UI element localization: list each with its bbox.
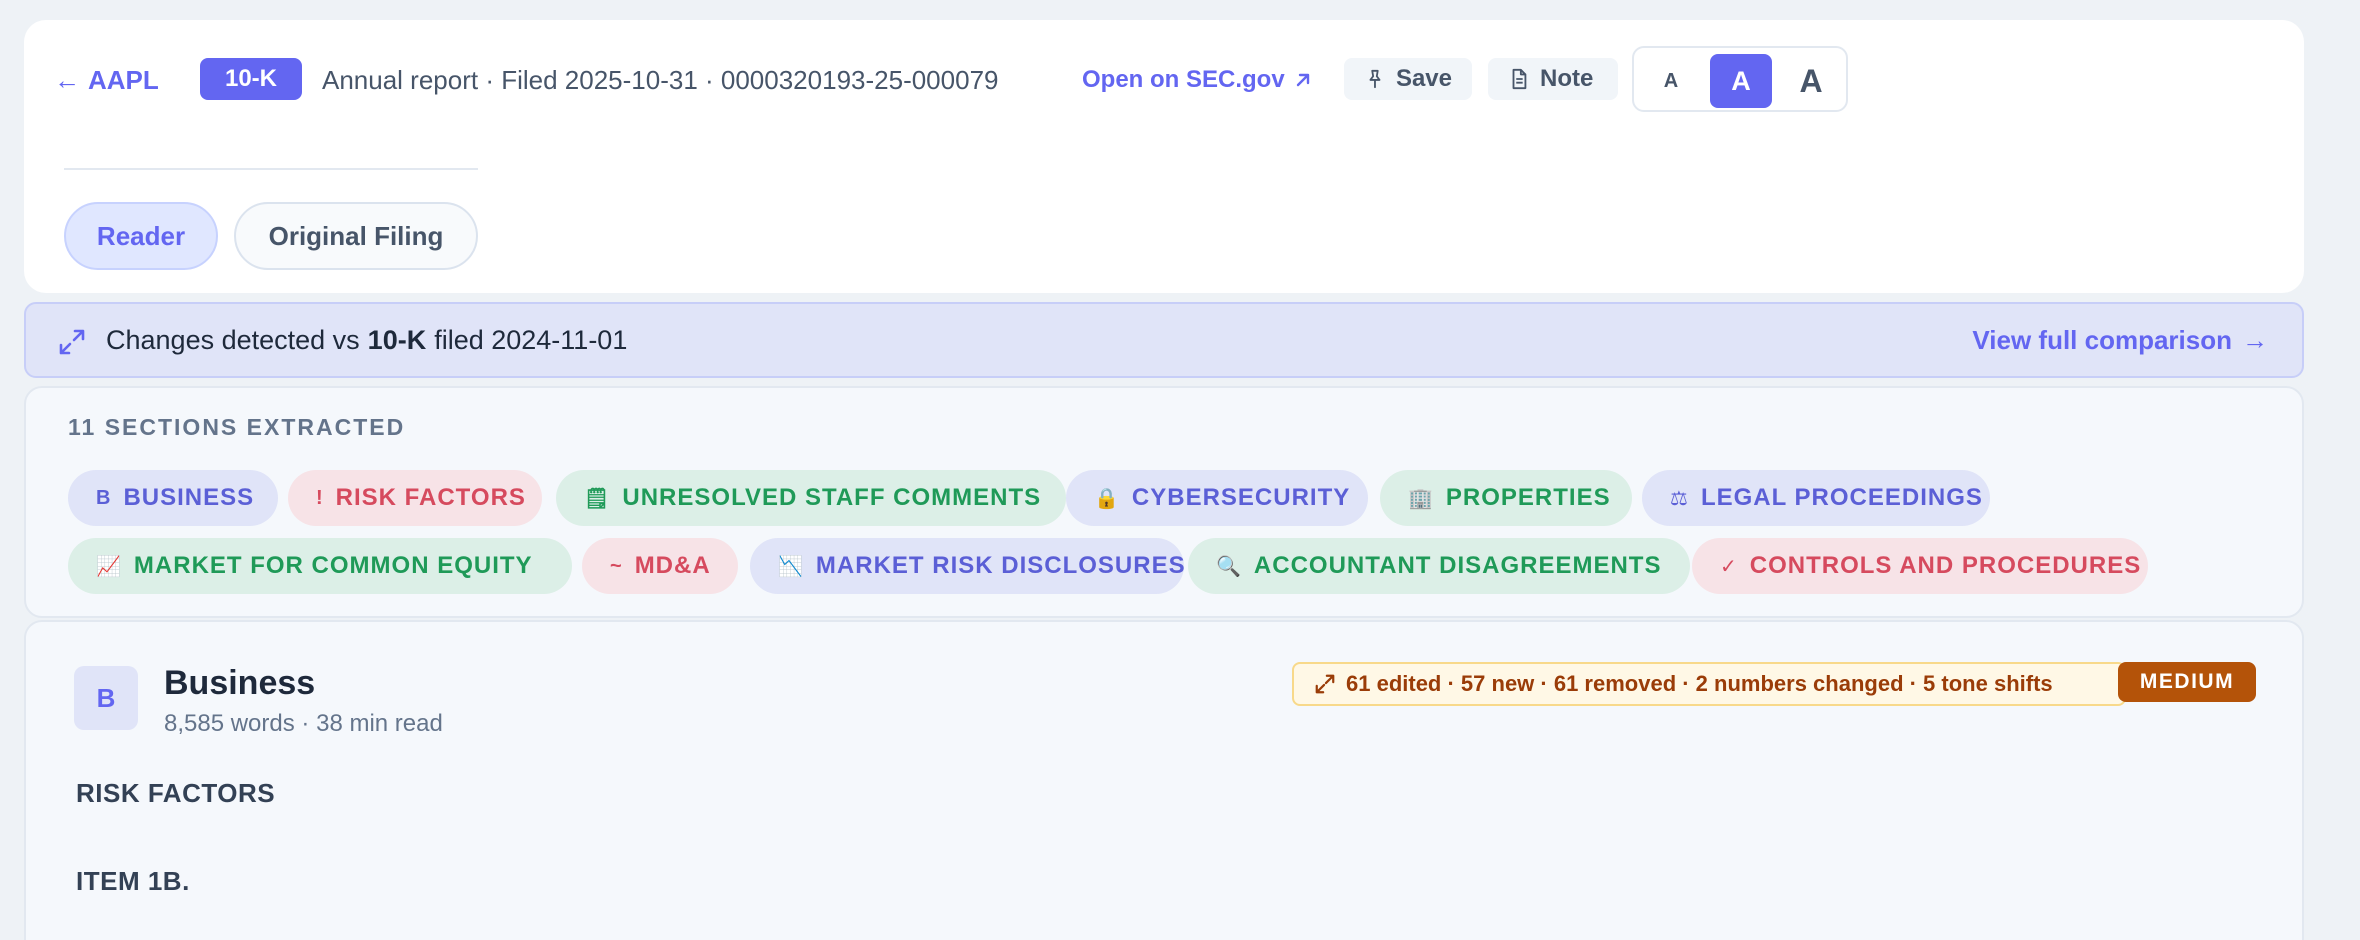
tab-reader[interactable]: Reader: [64, 202, 218, 270]
save-button[interactable]: Save: [1344, 58, 1472, 100]
section-chip-accountant-disagreements[interactable]: 🔍 ACCOUNTANT DISAGREEMENTS: [1188, 538, 1690, 594]
open-sec-link[interactable]: Open on SEC.gov: [1082, 60, 1313, 100]
section-chip-label: MD&A: [634, 552, 711, 579]
section-chip-label: CONTROLS AND PROCEDURES: [1749, 552, 2142, 579]
section-chip-properties[interactable]: 🏢 PROPERTIES: [1380, 470, 1632, 526]
arrow-right-icon: →: [2242, 324, 2268, 355]
chart-down-icon: 📉: [778, 555, 804, 578]
section-chip-label: BUSINESS: [123, 484, 255, 511]
pin-icon: [1369, 69, 1381, 89]
section-detail-card: B Business 8,585 words · 38 min read 61 …: [24, 620, 2304, 940]
magnifier-icon: 🔍: [1216, 555, 1242, 578]
section-chip-market-for-common-equity[interactable]: 📈 MARKET FOR COMMON EQUITY: [68, 538, 572, 594]
header-divider: [64, 168, 478, 170]
expand-icon: [1315, 674, 1335, 694]
text-size-large-button[interactable]: A: [1780, 54, 1842, 108]
section-chip-label: RISK FACTORS: [335, 484, 526, 511]
changes-suffix: filed 2024-11-01: [434, 324, 628, 355]
section-chip-market-risk-disclosures[interactable]: 📉 MARKET RISK DISCLOSURES: [750, 538, 1186, 594]
document-icon: [1512, 68, 1527, 90]
changes-banner: Changes detected vs 10-K filed 2024-11-0…: [24, 302, 2304, 378]
sections-count: 11 SECTIONS EXTRACTED: [68, 414, 406, 440]
section-chip-cybersecurity[interactable]: 🔒 CYBERSECURITY: [1066, 470, 1368, 526]
tilde-icon: ~: [610, 554, 623, 577]
lock-icon: 🔒: [1094, 487, 1120, 510]
view-full-comparison-link[interactable]: View full comparison →: [1972, 304, 2268, 376]
save-label: Save: [1395, 65, 1452, 92]
section-title: Business: [164, 664, 316, 702]
section-chip-controls-and-procedures[interactable]: ✓ CONTROLS AND PROCEDURES: [1692, 538, 2148, 594]
sections-card: 11 SECTIONS EXTRACTED B BUSINESS ! RISK …: [24, 386, 2304, 618]
tab-original-filing[interactable]: Original Filing: [234, 202, 478, 270]
back-link-label: AAPL: [88, 64, 159, 95]
business-icon: B: [96, 486, 112, 509]
expand-icon: [59, 329, 85, 355]
read-time: 38 min read: [316, 710, 443, 737]
section-chip-label: LEGAL PROCEEDINGS: [1700, 484, 1983, 511]
compare-link-label: View full comparison: [1972, 324, 2232, 355]
sec-link-label: Open on SEC.gov: [1082, 66, 1285, 93]
section-chip-label: PROPERTIES: [1445, 484, 1611, 511]
filing-meta: Annual report · Filed 2025-10-31 · 00003…: [322, 64, 999, 95]
section-chip-risk-factors[interactable]: ! RISK FACTORS: [288, 470, 542, 526]
diff-summary-text: 61 edited · 57 new · 61 removed · 2 numb…: [1346, 671, 2053, 696]
changes-summary: Changes detected vs 10-K filed 2024-11-0…: [106, 304, 627, 376]
word-count: 8,585 words: [164, 710, 295, 737]
exclamation-icon: !: [316, 486, 324, 509]
text-size-toggle: A A A: [1632, 46, 1848, 112]
body-heading: ITEM 1B.: [76, 866, 190, 896]
note-label: Note: [1540, 65, 1594, 92]
meta-separator: ·: [301, 710, 317, 737]
building-icon: 🏢: [1408, 487, 1434, 510]
section-chip-label: UNRESOLVED STAFF COMMENTS: [622, 484, 1042, 511]
external-link-icon: [1296, 73, 1309, 87]
chart-up-icon: 📈: [96, 555, 122, 578]
scales-icon: ⚖: [1670, 487, 1689, 510]
text-size-medium-button[interactable]: A: [1710, 54, 1772, 108]
diff-summary-badge[interactable]: 61 edited · 57 new · 61 removed · 2 numb…: [1292, 662, 2126, 706]
section-letter-icon: B: [74, 666, 138, 730]
section-chip-legal-proceedings[interactable]: ⚖ LEGAL PROCEEDINGS: [1642, 470, 1990, 526]
section-chip-label: ACCOUNTANT DISAGREEMENTS: [1253, 552, 1662, 579]
section-chip-label: MARKET RISK DISCLOSURES: [815, 552, 1186, 579]
back-to-ticker-link[interactable]: ← AAPL: [54, 60, 159, 100]
section-chip-unresolved-staff-comments[interactable]: 🗒 UNRESOLVED STAFF COMMENTS: [556, 470, 1066, 526]
section-chip-label: CYBERSECURITY: [1131, 484, 1351, 511]
section-chip-label: MARKET FOR COMMON EQUITY: [133, 552, 533, 579]
section-chip-business[interactable]: B BUSINESS: [68, 470, 278, 526]
form-type-badge: 10-K: [200, 58, 302, 100]
section-chip-mda[interactable]: ~ MD&A: [582, 538, 738, 594]
severity-badge: MEDIUM: [2118, 662, 2256, 702]
notepad-icon: 🗒: [584, 487, 611, 510]
changes-prefix: Changes detected vs: [106, 324, 360, 355]
note-button[interactable]: Note: [1488, 58, 1618, 100]
checkmark-icon: ✓: [1720, 555, 1738, 578]
text-size-small-button[interactable]: A: [1640, 54, 1702, 108]
body-heading: RISK FACTORS: [76, 778, 276, 808]
section-stats: 8,585 words · 38 min read: [164, 710, 443, 738]
arrow-left-icon: ←: [54, 64, 80, 95]
changes-form: 10-K: [367, 324, 427, 355]
